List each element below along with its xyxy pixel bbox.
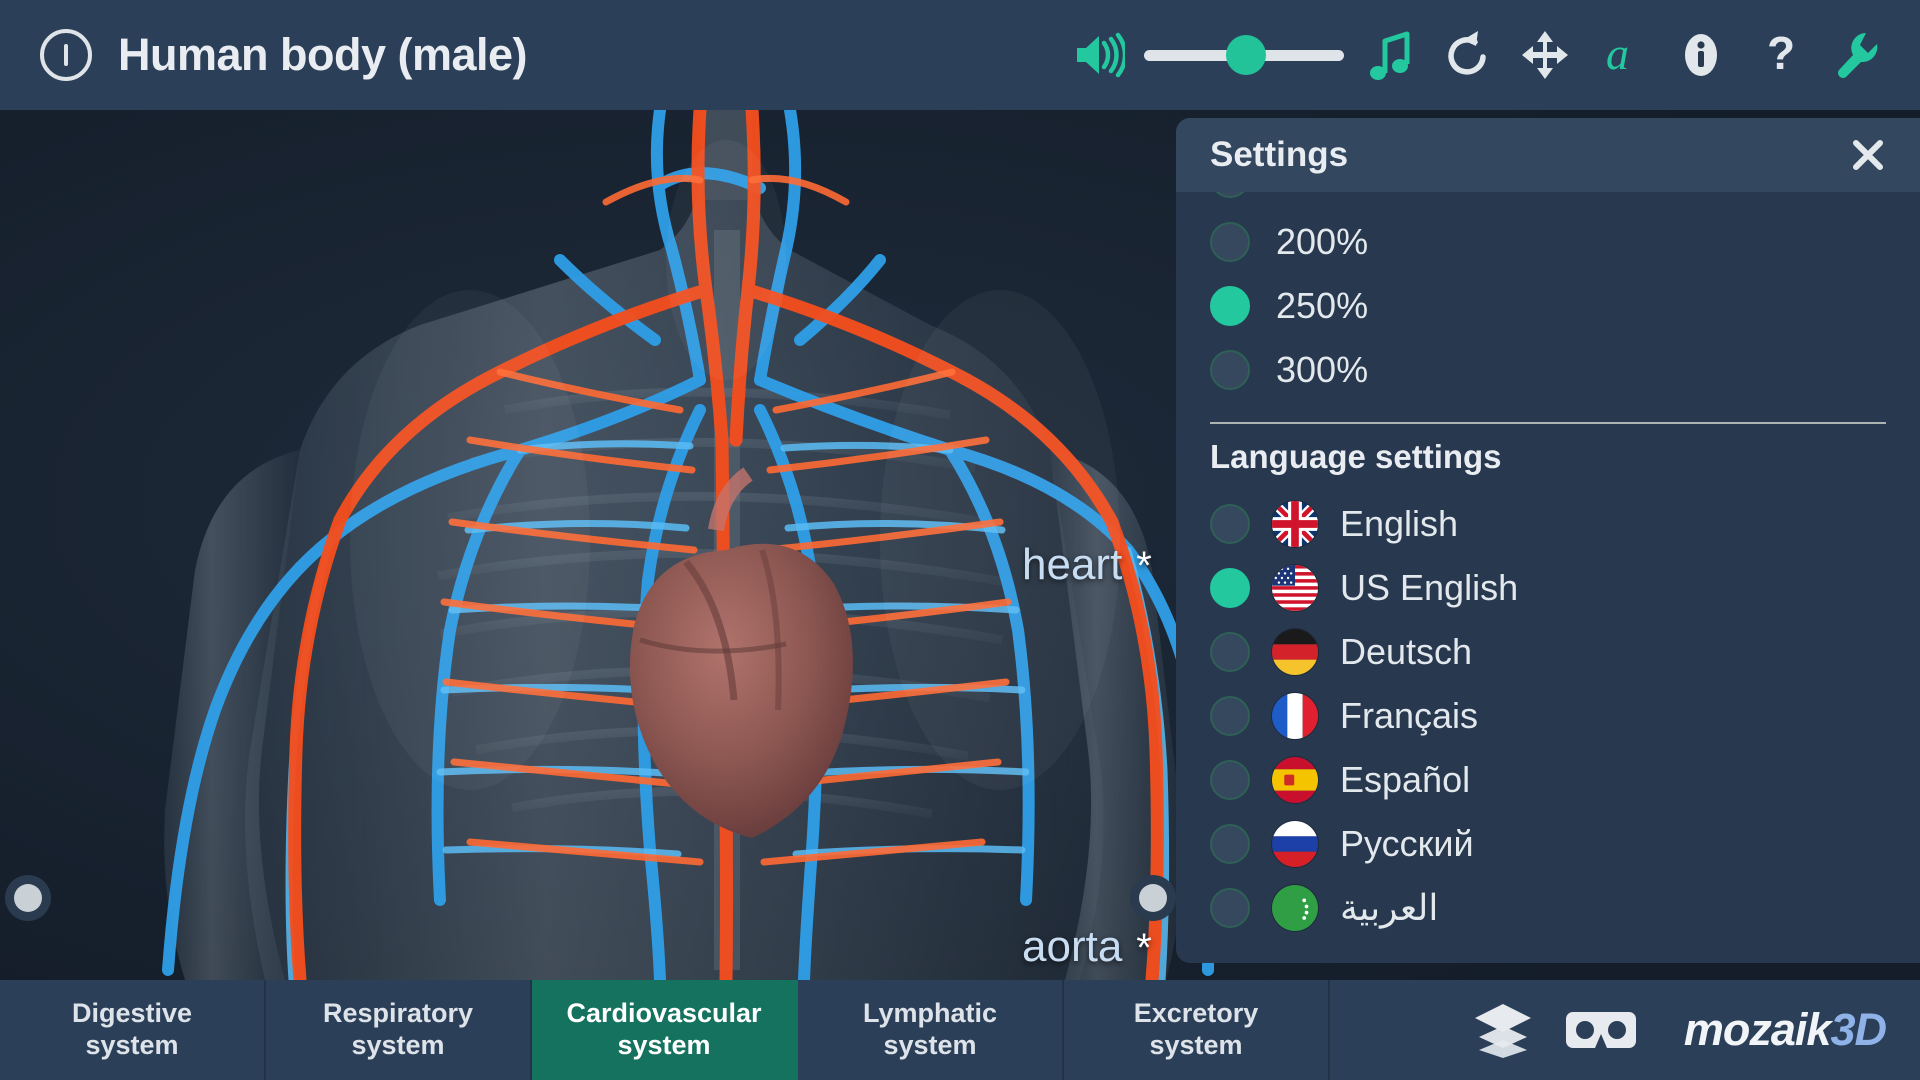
language-option-francais[interactable]: Français <box>1210 684 1886 748</box>
brand-logo: mozaik3D <box>1683 1004 1887 1056</box>
tab-excretory-system[interactable]: Excretory system <box>1064 980 1330 1080</box>
language-option-russian-label: Русский <box>1340 823 1474 864</box>
settings-title: Settings <box>1210 135 1349 174</box>
organ-label-heart-marker: * <box>1136 544 1152 588</box>
language-option-francais-label: Français <box>1340 695 1479 736</box>
organ-label-heart[interactable]: heart * <box>1022 540 1152 590</box>
zoom-option-250[interactable]: 250% <box>1210 274 1886 338</box>
wrench-icon[interactable] <box>1818 10 1896 100</box>
zoom-option-300-label: 300% <box>1276 349 1369 390</box>
us-flag-icon <box>1272 565 1318 611</box>
speaker-volume-icon[interactable] <box>1060 10 1138 100</box>
tab-lymphatic-system[interactable]: Lymphatic system <box>798 980 1064 1080</box>
language-option-deutsch-label: Deutsch <box>1340 631 1473 672</box>
close-icon[interactable] <box>1846 133 1890 177</box>
tab-respiratory-system-line2: system <box>351 1030 445 1060</box>
radio-zoom-150[interactable] <box>1210 192 1250 198</box>
svg-text:?: ? <box>1767 29 1795 79</box>
zoom-option-300[interactable]: 300% <box>1210 338 1886 402</box>
tab-cardiovascular-system[interactable]: Cardiovascular system <box>532 980 798 1080</box>
volume-knob[interactable] <box>1226 35 1266 75</box>
tab-respiratory-system-line1: Respiratory <box>322 998 474 1029</box>
brand-logo-secondary: 3D <box>1830 1004 1887 1055</box>
settings-panel-header: Settings <box>1176 118 1920 192</box>
organ-label-aorta-text: aorta <box>1022 922 1123 971</box>
radio-language-deutsch[interactable] <box>1210 632 1250 672</box>
france-flag-icon <box>1272 693 1318 739</box>
tab-excretory-system-line1: Excretory <box>1133 998 1259 1029</box>
zoom-option-150[interactable]: 150% <box>1210 192 1886 210</box>
vr-goggles-icon[interactable] <box>1564 1004 1638 1056</box>
tab-lymphatic-system-line2: system <box>883 1030 977 1060</box>
language-option-english-label: English <box>1340 503 1459 544</box>
uk-flag-icon <box>1272 501 1318 547</box>
language-option-espanol-label: Español <box>1340 759 1471 800</box>
tab-digestive-system-line2: system <box>85 1030 179 1060</box>
language-settings-heading: Language settings <box>1210 438 1502 475</box>
organ-label-heart-text: heart <box>1022 540 1123 589</box>
bottom-bar: Digestive system Respiratory system Card… <box>0 980 1920 1080</box>
arabic-flag-icon <box>1272 885 1318 931</box>
page-title: Human body (male) <box>118 29 528 80</box>
spain-flag-icon <box>1272 757 1318 803</box>
settings-divider <box>1210 422 1886 424</box>
radio-language-us-english[interactable] <box>1210 568 1250 608</box>
radio-language-russian[interactable] <box>1210 824 1250 864</box>
language-option-arabic-label: العربية <box>1340 887 1439 928</box>
nav-next-button[interactable] <box>1130 875 1176 921</box>
radio-language-arabic[interactable] <box>1210 888 1250 928</box>
tab-lymphatic-system-line1: Lymphatic <box>862 998 998 1029</box>
language-option-espanol[interactable]: Español <box>1210 748 1886 812</box>
radio-zoom-300[interactable] <box>1210 350 1250 390</box>
germany-flag-icon <box>1272 629 1318 675</box>
tab-cardiovascular-system-line2: system <box>617 1030 711 1060</box>
language-option-deutsch[interactable]: Deutsch <box>1210 620 1886 684</box>
exclamation-bar <box>64 44 68 66</box>
radio-zoom-250[interactable] <box>1210 286 1250 326</box>
language-option-us-english-label: US English <box>1340 567 1519 608</box>
info-icon[interactable] <box>1662 10 1740 100</box>
settings-panel-body[interactable]: 150% 200% 250% 300% Language settings <box>1176 192 1920 963</box>
zoom-option-200-label: 200% <box>1276 221 1369 262</box>
settings-scroll-content: 150% 200% 250% 300% Language settings <box>1210 192 1886 940</box>
organ-label-aorta[interactable]: aorta * <box>1022 922 1152 972</box>
nav-prev-button[interactable] <box>5 875 51 921</box>
tab-respiratory-system[interactable]: Respiratory system <box>266 980 532 1080</box>
zoom-option-250-label: 250% <box>1276 285 1369 326</box>
radio-language-english[interactable] <box>1210 504 1250 544</box>
svg-text:a: a <box>1606 29 1629 79</box>
language-option-us-english[interactable]: US English <box>1210 556 1886 620</box>
help-icon[interactable]: ? <box>1740 10 1818 100</box>
tab-cardiovascular-system-line1: Cardiovascular <box>566 998 762 1029</box>
language-option-english[interactable]: English <box>1210 492 1886 556</box>
zoom-option-150-label: 150% <box>1276 192 1368 199</box>
settings-panel: Settings 150% 200% 250% 300% <box>1176 118 1920 963</box>
organ-label-aorta-marker: * <box>1136 926 1152 970</box>
text-a-icon[interactable]: a <box>1584 10 1662 100</box>
tab-digestive-system[interactable]: Digestive system <box>0 980 266 1080</box>
volume-slider[interactable] <box>1144 10 1344 100</box>
toolbar: a ? <box>1060 0 1920 110</box>
title-group: Human body (male) <box>0 29 528 81</box>
brand-logo-primary: mozaik <box>1683 1004 1832 1055</box>
exclamation-circle-icon[interactable] <box>40 29 92 81</box>
radio-language-espanol[interactable] <box>1210 760 1250 800</box>
top-bar: Human body (male) a ? <box>0 0 1920 110</box>
brand-area: mozaik3D <box>1330 980 1920 1080</box>
zoom-option-200[interactable]: 200% <box>1210 210 1886 274</box>
rotate-icon[interactable] <box>1428 10 1506 100</box>
language-option-arabic[interactable]: العربية <box>1210 876 1886 940</box>
music-note-icon[interactable] <box>1350 10 1428 100</box>
radio-language-francais[interactable] <box>1210 696 1250 736</box>
radio-zoom-200[interactable] <box>1210 222 1250 262</box>
move-arrows-icon[interactable] <box>1506 10 1584 100</box>
tab-digestive-system-line1: Digestive <box>71 998 193 1029</box>
language-option-russian[interactable]: Русский <box>1210 812 1886 876</box>
russia-flag-icon <box>1272 821 1318 867</box>
system-tabs: Digestive system Respiratory system Card… <box>0 980 1330 1080</box>
layers-icon[interactable] <box>1472 1000 1534 1060</box>
tab-excretory-system-line2: system <box>1149 1030 1243 1060</box>
